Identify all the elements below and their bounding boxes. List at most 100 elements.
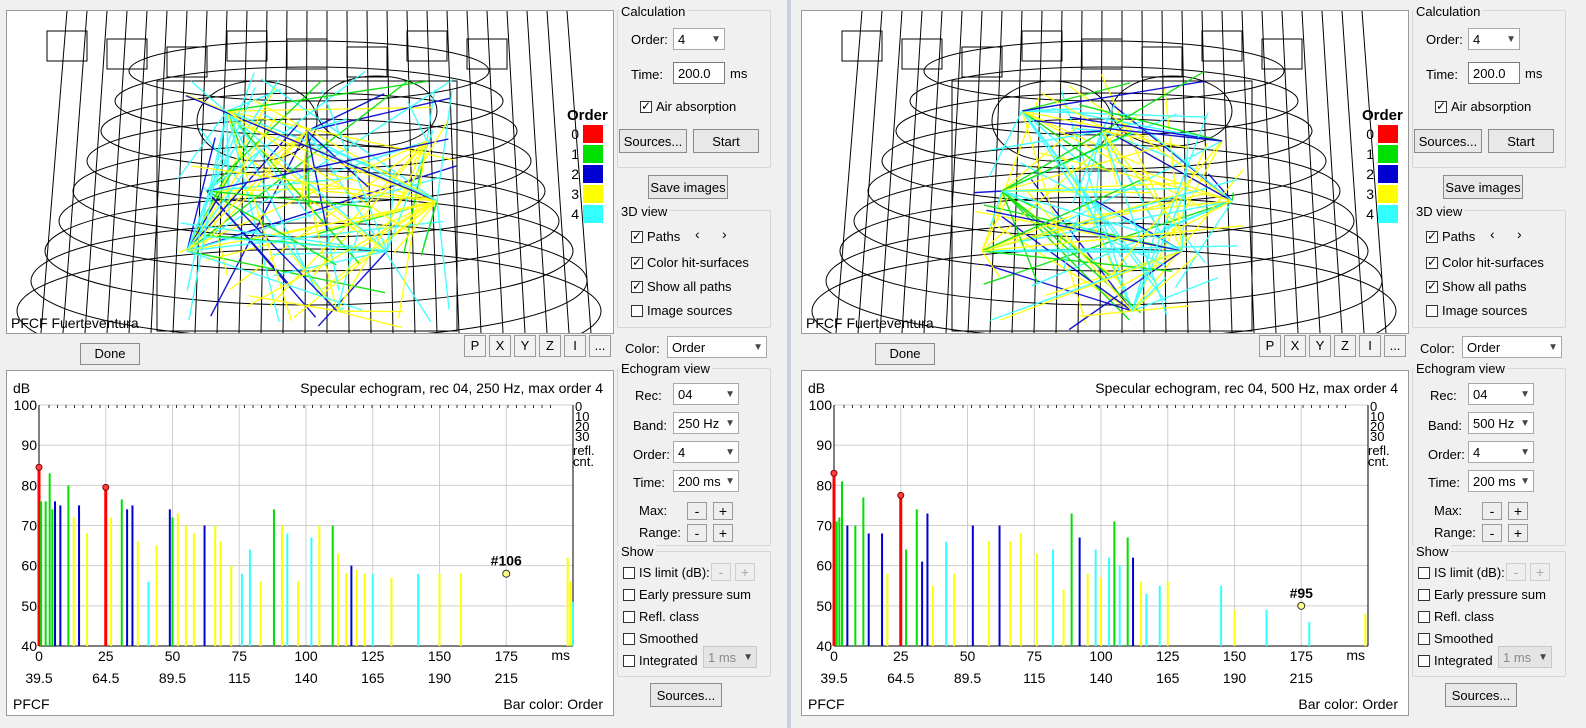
range-plus-button[interactable]: +	[713, 524, 733, 542]
view-buttons: P X Y Z I ...	[464, 335, 611, 357]
order-select[interactable]: 4 ▼	[1468, 28, 1520, 50]
rec-select[interactable]: 04 ▼	[673, 383, 739, 405]
view-z-button[interactable]: Z	[539, 335, 561, 357]
next-path-icon[interactable]: ›	[722, 226, 727, 242]
color-select[interactable]: Order ▼	[1462, 336, 1562, 358]
band-select[interactable]: 500 Hz ▼	[1468, 412, 1534, 434]
legend-item-3: 3	[1362, 184, 1408, 204]
chevron-down-icon: ▼	[725, 418, 735, 429]
view-x-button[interactable]: X	[1284, 335, 1306, 357]
image-sources-checkbox[interactable]: Image sources	[1426, 303, 1527, 318]
early-pressure-sum-checkbox[interactable]: Early pressure sum	[623, 587, 751, 602]
pane-divider[interactable]	[787, 0, 791, 728]
show-all-paths-checkbox[interactable]: Show all paths	[631, 279, 732, 294]
range-plus-button[interactable]: +	[1508, 524, 1528, 542]
band-select[interactable]: 250 Hz ▼	[673, 412, 739, 434]
calc-sources-button[interactable]: Sources...	[619, 129, 687, 153]
max-plus-button[interactable]: +	[1508, 502, 1528, 520]
prev-path-icon[interactable]: ‹	[695, 226, 700, 242]
legend-swatch	[1378, 185, 1398, 203]
integrated-checkbox[interactable]: Integrated	[623, 653, 698, 668]
calc-sources-button[interactable]: Sources...	[1414, 129, 1482, 153]
x-tick-label: 125	[361, 648, 385, 664]
early-pressure-sum-checkbox[interactable]: Early pressure sum	[1418, 587, 1546, 602]
paths-label: Paths	[647, 229, 681, 244]
order-select[interactable]: 4 ▼	[673, 28, 725, 50]
status-done: Done	[875, 343, 935, 365]
echo-order-select[interactable]: 4 ▼	[673, 441, 739, 463]
is-limit-minus-button[interactable]: -	[711, 563, 731, 581]
echo-time-select[interactable]: 200 ms ▼	[1468, 470, 1534, 492]
view-y-button[interactable]: Y	[1309, 335, 1331, 357]
view-perspective-button[interactable]: P	[1259, 335, 1281, 357]
save-images-button[interactable]: Save images	[1443, 175, 1523, 199]
smoothed-checkbox[interactable]: Smoothed	[623, 631, 698, 646]
checkbox-unchecked-icon	[1426, 304, 1438, 317]
checkbox-unchecked-icon	[623, 610, 635, 623]
image-sources-checkbox[interactable]: Image sources	[631, 303, 732, 318]
is-limit-checkbox[interactable]: IS limit (dB):	[1418, 565, 1505, 580]
range-label: Range:	[639, 525, 681, 540]
prev-path-icon[interactable]: ‹	[1490, 226, 1495, 242]
chevron-down-icon: ▼	[1520, 389, 1530, 400]
checkbox-unchecked-icon	[1418, 588, 1430, 601]
range-minus-button[interactable]: -	[687, 524, 707, 542]
max-plus-button[interactable]: +	[713, 502, 733, 520]
echogram[interactable]: dB Specular echogram, rec 04, 250 Hz, ma…	[6, 370, 614, 716]
view-more-button[interactable]: ...	[1384, 335, 1406, 357]
integrated-select[interactable]: 1 ms ▼	[1498, 646, 1552, 668]
refl-class-checkbox[interactable]: Refl. class	[1418, 609, 1494, 624]
smoothed-checkbox[interactable]: Smoothed	[1418, 631, 1493, 646]
selected-reflection-label: #95	[1290, 585, 1314, 601]
3d-view[interactable]: PFCF Fuerteventura Order 0 1 2 3 4	[6, 10, 614, 334]
air-absorption-checkbox[interactable]: Air absorption	[640, 99, 736, 114]
legend-swatch	[1378, 125, 1398, 143]
bottom-sources-button[interactable]: Sources...	[650, 683, 722, 707]
refl-class-checkbox[interactable]: Refl. class	[623, 609, 699, 624]
is-limit-plus-button[interactable]: +	[735, 563, 755, 581]
ray-path	[336, 310, 404, 313]
wireframe-geometry	[811, 11, 1397, 333]
view-i-button[interactable]: I	[1359, 335, 1381, 357]
integrated-select[interactable]: 1 ms ▼	[703, 646, 757, 668]
show-all-paths-checkbox[interactable]: Show all paths	[1426, 279, 1527, 294]
chevron-down-icon: ▼	[725, 389, 735, 400]
is-limit-checkbox[interactable]: IS limit (dB):	[623, 565, 710, 580]
max-minus-button[interactable]: -	[1482, 502, 1502, 520]
color-select[interactable]: Order ▼	[667, 336, 767, 358]
time-input[interactable]: 200.0	[1468, 62, 1520, 84]
paths-checkbox[interactable]: Paths	[631, 229, 680, 244]
3d-view[interactable]: PFCF Fuerteventura Order 0 1 2 3 4	[801, 10, 1409, 334]
time-input[interactable]: 200.0	[673, 62, 725, 84]
view-z-button[interactable]: Z	[1334, 335, 1356, 357]
range-minus-button[interactable]: -	[1482, 524, 1502, 542]
rec-select[interactable]: 04 ▼	[1468, 383, 1534, 405]
view-x-button[interactable]: X	[489, 335, 511, 357]
view-perspective-button[interactable]: P	[464, 335, 486, 357]
x-axis-unit: ms	[551, 647, 570, 663]
view-more-button[interactable]: ...	[589, 335, 611, 357]
echo-time-select[interactable]: 200 ms ▼	[673, 470, 739, 492]
view-y-button[interactable]: Y	[514, 335, 536, 357]
start-button[interactable]: Start	[693, 129, 759, 153]
color-hit-surfaces-checkbox[interactable]: Color hit-surfaces	[631, 255, 749, 270]
max-minus-button[interactable]: -	[687, 502, 707, 520]
order-legend: Order 0 1 2 3 4	[567, 107, 613, 224]
paths-checkbox[interactable]: Paths	[1426, 229, 1475, 244]
chevron-down-icon: ▼	[1520, 418, 1530, 429]
echo-order-select[interactable]: 4 ▼	[1468, 441, 1534, 463]
air-absorption-checkbox[interactable]: Air absorption	[1435, 99, 1531, 114]
start-button[interactable]: Start	[1488, 129, 1554, 153]
chevron-down-icon: ▼	[1506, 34, 1516, 45]
integrated-checkbox[interactable]: Integrated	[1418, 653, 1493, 668]
is-limit-plus-button[interactable]: +	[1530, 563, 1550, 581]
view-i-button[interactable]: I	[564, 335, 586, 357]
is-limit-minus-button[interactable]: -	[1506, 563, 1526, 581]
bottom-sources-button[interactable]: Sources...	[1445, 683, 1517, 707]
checkbox-unchecked-icon	[1418, 632, 1430, 645]
legend-label: 4	[1366, 206, 1374, 222]
save-images-button[interactable]: Save images	[648, 175, 728, 199]
next-path-icon[interactable]: ›	[1517, 226, 1522, 242]
color-hit-surfaces-checkbox[interactable]: Color hit-surfaces	[1426, 255, 1544, 270]
echogram[interactable]: dB Specular echogram, rec 04, 500 Hz, ma…	[801, 370, 1409, 716]
